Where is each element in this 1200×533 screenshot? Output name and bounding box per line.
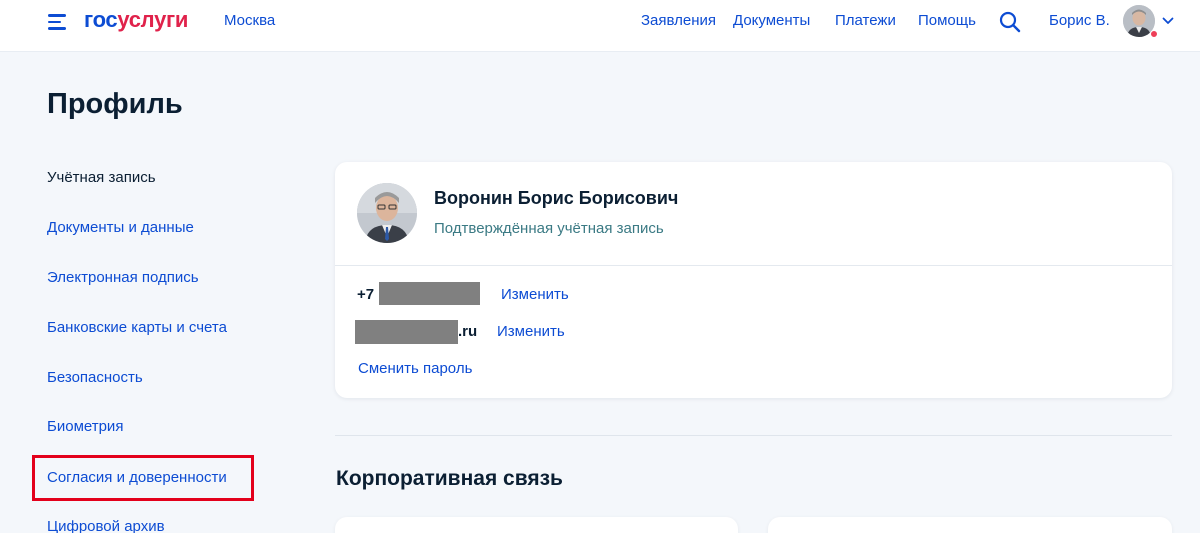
nav-payments[interactable]: Платежи xyxy=(835,12,896,29)
sidebar-item-security[interactable]: Безопасность xyxy=(47,369,143,386)
sidebar-item-e-signature[interactable]: Электронная подпись xyxy=(47,269,199,286)
change-phone-link[interactable]: Изменить xyxy=(501,286,569,303)
sidebar-item-bank-cards[interactable]: Банковские карты и счета xyxy=(47,319,227,336)
card-divider xyxy=(335,265,1172,266)
section-divider xyxy=(335,435,1172,436)
change-email-link[interactable]: Изменить xyxy=(497,323,565,340)
user-name-link[interactable]: Борис В. xyxy=(1049,12,1110,29)
phone-redaction xyxy=(379,282,480,305)
sidebar-item-digital-archive[interactable]: Цифровой архив xyxy=(47,518,165,533)
corporate-section-title: Корпоративная связь xyxy=(336,467,563,490)
search-icon[interactable] xyxy=(998,10,1022,34)
account-status: Подтверждённая учётная запись xyxy=(434,220,664,237)
profile-photo[interactable] xyxy=(357,183,417,243)
notification-dot xyxy=(1150,30,1158,38)
nav-documents[interactable]: Документы xyxy=(733,12,810,29)
profile-photo-icon xyxy=(357,183,417,243)
profile-full-name: Воронин Борис Борисович xyxy=(434,188,679,208)
corporate-card-left[interactable] xyxy=(335,517,738,533)
top-header: госуслуги Москва Заявления Документы Пла… xyxy=(0,0,1200,52)
nav-help[interactable]: Помощь xyxy=(918,12,976,29)
menu-icon[interactable] xyxy=(48,13,68,31)
page-title: Профиль xyxy=(47,88,183,120)
change-password-link[interactable]: Сменить пароль xyxy=(358,360,472,377)
gosuslugi-logo[interactable]: госуслуги xyxy=(84,7,188,33)
sidebar-item-account[interactable]: Учётная запись xyxy=(47,169,156,186)
sidebar-item-documents[interactable]: Документы и данные xyxy=(47,219,194,236)
profile-card: Воронин Борис Борисович Подтверждённая у… xyxy=(335,162,1172,398)
city-selector[interactable]: Москва xyxy=(224,12,275,29)
nav-applications[interactable]: Заявления xyxy=(641,12,716,29)
chevron-down-icon[interactable] xyxy=(1162,16,1174,26)
phone-prefix: +7 xyxy=(357,286,375,303)
highlight-frame xyxy=(32,455,254,501)
sidebar-item-biometrics[interactable]: Биометрия xyxy=(47,418,123,435)
email-suffix: .ru xyxy=(458,323,478,340)
corporate-card-right[interactable] xyxy=(768,517,1172,533)
email-redaction xyxy=(355,320,458,344)
